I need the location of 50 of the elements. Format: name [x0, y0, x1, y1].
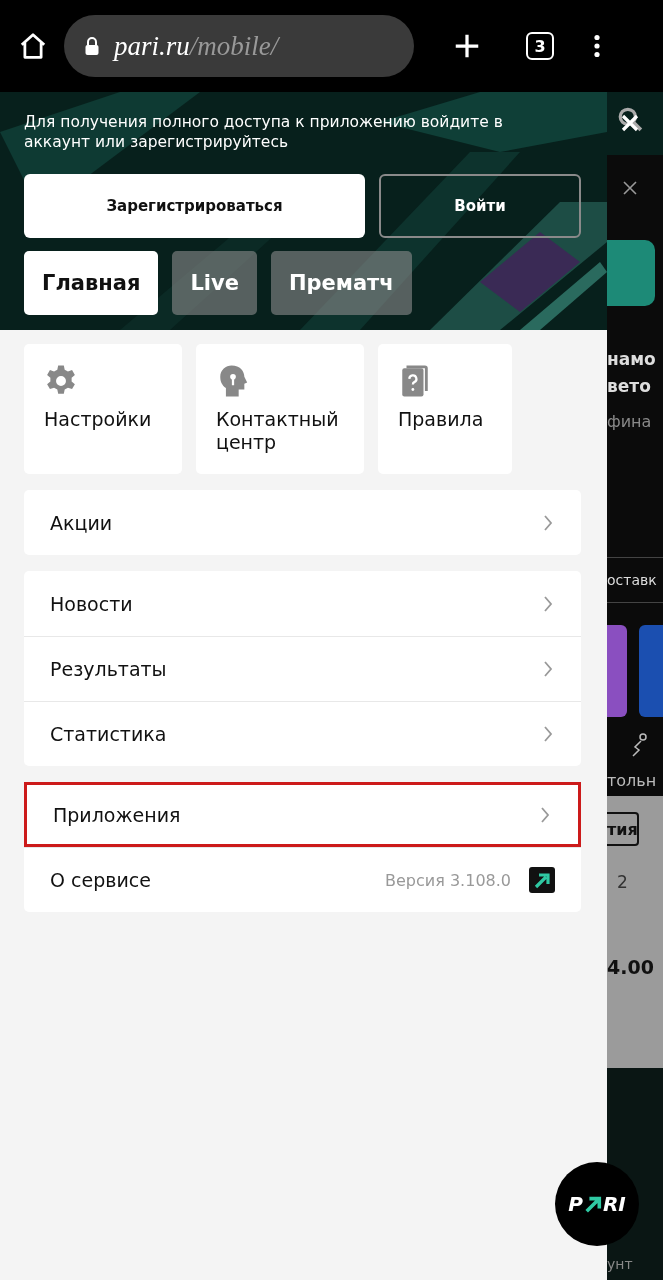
- filter-tab[interactable]: оставк: [607, 557, 663, 603]
- login-prompt-text: Для получения полного доступа к приложению войдите в аккаунт или зарегистрируйтесь: [24, 112, 504, 152]
- arrow-icon: [583, 1195, 602, 1213]
- menu-item-label: Результаты: [50, 658, 168, 680]
- chevron-right-icon: [543, 660, 553, 678]
- menu-item[interactable]: Приложения: [24, 782, 581, 847]
- menu-item-label: О сервисе: [50, 869, 152, 891]
- menu-icon[interactable]: [594, 34, 600, 58]
- shortcut-tile[interactable]: Правила: [378, 344, 512, 474]
- event-title-text: вето: [607, 375, 652, 398]
- nav-label: унт: [607, 1256, 633, 1272]
- tile-label: Контактный центр: [216, 408, 340, 454]
- chevron-right-icon: [543, 725, 553, 743]
- url-path: /mobile/: [189, 30, 279, 62]
- chevron-right-icon: [543, 513, 553, 532]
- event-title-text: намо: [607, 348, 657, 371]
- menu-item[interactable]: О сервисе Версия 3.108.0: [24, 847, 581, 912]
- menu-item-label: Статистика: [50, 723, 168, 745]
- section-tab[interactable]: Главная: [24, 251, 159, 315]
- login-button[interactable]: Войти: [379, 174, 581, 238]
- event-subtitle-text: фина: [607, 412, 653, 431]
- close-icon[interactable]: [623, 181, 637, 195]
- column-header: 2: [617, 872, 629, 892]
- search-icon[interactable]: [617, 106, 643, 132]
- menu-item[interactable]: Акции: [24, 490, 581, 555]
- chevron-right-icon: [540, 805, 550, 824]
- address-bar[interactable]: pari.ru/mobile/: [64, 15, 414, 77]
- section-tab[interactable]: Live: [172, 251, 257, 315]
- chevron-right-icon: [543, 594, 553, 613]
- tab-count-button[interactable]: 3: [526, 32, 554, 60]
- promo-card[interactable]: [638, 625, 663, 717]
- menu-item[interactable]: Результаты: [24, 636, 581, 701]
- menu-item-label: Новости: [50, 592, 134, 615]
- shortcut-tile[interactable]: Настройки: [24, 344, 182, 474]
- home-icon[interactable]: [18, 31, 48, 61]
- section-tab[interactable]: Прематч: [270, 251, 412, 315]
- lock-icon: [84, 36, 100, 56]
- menu-item-label: Акции: [50, 511, 114, 534]
- odds-value: 4.00: [607, 956, 655, 978]
- url-domain: pari.ru: [114, 30, 190, 62]
- menu-item[interactable]: Статистика: [24, 701, 581, 766]
- version-text: Версия 3.108.0: [385, 870, 511, 890]
- sport-label: тольн: [607, 771, 658, 790]
- filter-chip[interactable]: тия: [607, 812, 639, 846]
- menu-item[interactable]: Новости: [24, 571, 581, 636]
- shortcut-tile[interactable]: Контактный центр: [196, 344, 364, 474]
- menu-item-label: Приложения: [53, 803, 182, 826]
- register-button[interactable]: Зарегистрироваться: [24, 174, 365, 238]
- tile-label: Настройки: [44, 408, 152, 431]
- tile-label: Правила: [398, 408, 484, 431]
